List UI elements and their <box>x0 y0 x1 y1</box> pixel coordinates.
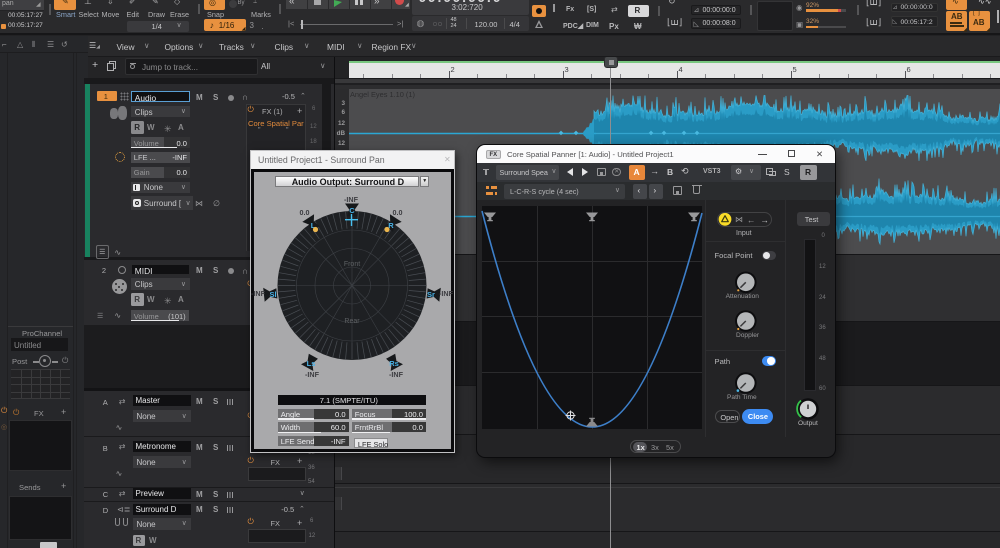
svg-text:0.0: 0.0 <box>393 208 403 217</box>
svg-text:Rs: Rs <box>389 359 399 368</box>
svg-text:-INF: -INF <box>439 289 454 298</box>
svg-text:C: C <box>349 206 355 215</box>
svg-text:Sr: Sr <box>427 290 435 299</box>
svg-text:Ls: Ls <box>307 359 316 368</box>
svg-text:-INF: -INF <box>305 370 320 379</box>
svg-text:-INF: -INF <box>344 195 359 204</box>
svg-text:0.0: 0.0 <box>300 208 310 217</box>
svg-text:-INF: -INF <box>251 289 266 298</box>
svg-text:Sl: Sl <box>269 290 276 299</box>
svg-text:-INF: -INF <box>389 370 404 379</box>
svg-text:Rear: Rear <box>344 318 360 325</box>
svg-text:Front: Front <box>344 261 360 268</box>
